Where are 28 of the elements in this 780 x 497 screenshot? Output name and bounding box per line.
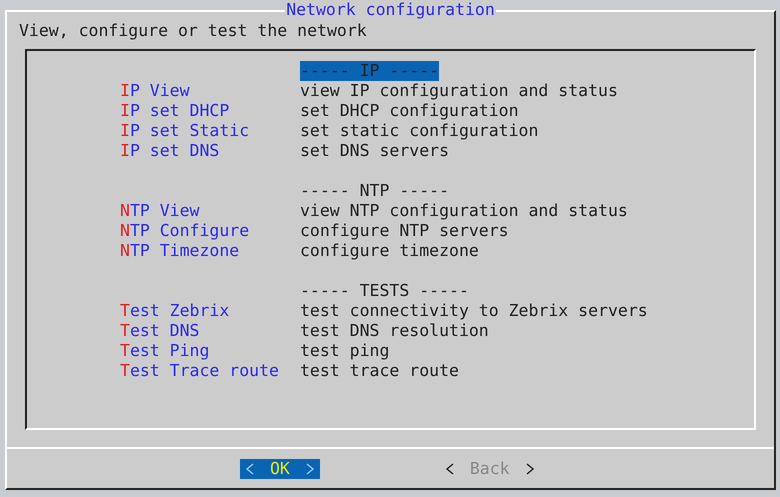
menu-item-tag[interactable]: Test Ping	[120, 341, 300, 361]
menu-item-tag[interactable]: Test Zebrix	[120, 301, 300, 321]
section-header[interactable]: ----- NTP -----	[300, 181, 450, 201]
menu-item-description[interactable]: view NTP configuration and status	[300, 201, 628, 221]
menu-item-description[interactable]: test trace route	[300, 361, 459, 381]
menu-item-tag[interactable]: NTP Configure	[120, 221, 300, 241]
menu-item-description[interactable]: set static configuration	[300, 121, 538, 141]
dialog-prompt: View, configure or test the network	[18, 21, 368, 41]
menu-item-tag[interactable]: Test DNS	[120, 321, 300, 341]
menu-item-description[interactable]: configure timezone	[300, 241, 479, 261]
menu-item-description[interactable]: test ping	[300, 341, 390, 361]
menu-item-tag[interactable]: IP set Static	[120, 121, 300, 141]
menu-item-description[interactable]: test connectivity to Zebrix servers	[300, 301, 648, 321]
menu-item-tag[interactable]: Test Trace route	[120, 361, 300, 381]
menu-item-description[interactable]: test DNS resolution	[300, 321, 489, 341]
section-header[interactable]: ----- IP -----	[300, 61, 440, 81]
dialog-title: Network configuration	[285, 0, 496, 19]
menu-item-tag[interactable]: NTP Timezone	[120, 241, 300, 261]
menu-item-tag[interactable]: IP View	[120, 81, 300, 101]
section-header[interactable]: ----- TESTS -----	[300, 281, 469, 301]
menu-item-description[interactable]: configure NTP servers	[300, 221, 509, 241]
menu-item-tag[interactable]: IP set DHCP	[120, 101, 300, 121]
menu-item-tag[interactable]: NTP View	[120, 201, 300, 221]
menu-item-description[interactable]: set DNS servers	[300, 141, 450, 161]
dialog-button[interactable]: OK	[240, 459, 320, 479]
menu-item-description[interactable]: view IP configuration and status	[300, 81, 618, 101]
menu-item-tag[interactable]: IP set DNS	[120, 141, 300, 161]
menu-item-description[interactable]: set DHCP configuration	[300, 101, 519, 121]
